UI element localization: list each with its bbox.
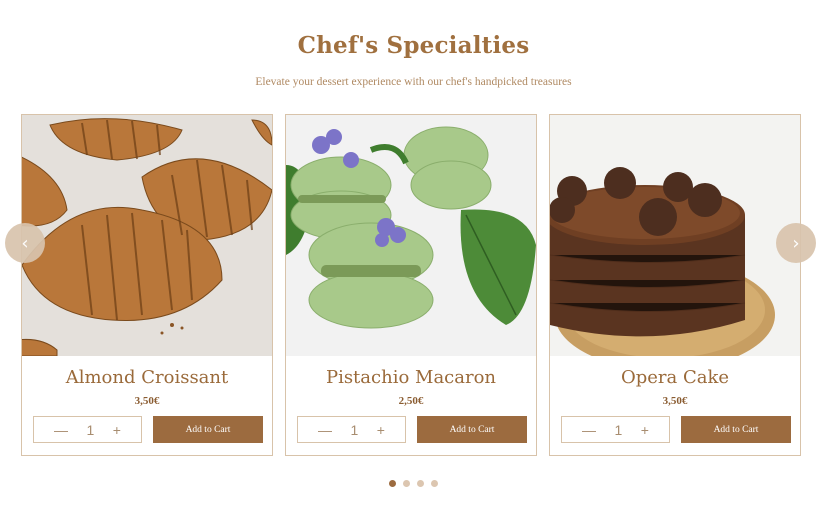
add-to-cart-button[interactable]: Add to Cart — [681, 416, 791, 443]
quantity-value[interactable]: 1 — [87, 422, 95, 438]
increment-button[interactable]: + — [641, 422, 649, 438]
quantity-stepper: — 1 + — [297, 416, 406, 443]
decrement-button[interactable]: — — [582, 422, 596, 438]
opera-cake-image[interactable] — [550, 115, 800, 356]
product-card: Pistachio Macaron 2,50€ — 1 + Add to Car… — [285, 114, 537, 456]
product-card: Almond Croissant 3,50€ — 1 + Add to Cart — [21, 114, 273, 456]
increment-button[interactable]: + — [113, 422, 121, 438]
product-card: Opera Cake 3,50€ — 1 + Add to Cart — [549, 114, 801, 456]
product-price: 3,50€ — [134, 395, 160, 407]
quantity-value[interactable]: 1 — [351, 422, 359, 438]
carousel-dot[interactable] — [431, 480, 438, 487]
quantity-stepper: — 1 + — [561, 416, 670, 443]
carousel-pagination — [0, 480, 827, 487]
chevron-left-icon: ‹ — [21, 232, 29, 254]
section-title: Chef's Specialties — [297, 32, 530, 59]
croissant-image[interactable] — [22, 115, 272, 356]
decrement-button[interactable]: — — [318, 422, 332, 438]
decrement-button[interactable]: — — [54, 422, 68, 438]
quantity-stepper: — 1 + — [33, 416, 142, 443]
carousel-prev-button[interactable]: ‹ — [5, 223, 45, 263]
carousel-dot[interactable] — [417, 480, 424, 487]
product-price: 2,50€ — [398, 395, 424, 407]
add-to-cart-button[interactable]: Add to Cart — [417, 416, 527, 443]
macaron-image[interactable] — [286, 115, 536, 356]
product-price: 3,50€ — [662, 395, 688, 407]
product-name[interactable]: Opera Cake — [550, 367, 800, 388]
chevron-right-icon: › — [792, 232, 800, 254]
product-name[interactable]: Pistachio Macaron — [286, 367, 536, 388]
quantity-value[interactable]: 1 — [615, 422, 623, 438]
section-subtitle: Elevate your dessert experience with our… — [255, 76, 572, 88]
add-to-cart-button[interactable]: Add to Cart — [153, 416, 263, 443]
product-name[interactable]: Almond Croissant — [22, 367, 272, 388]
increment-button[interactable]: + — [377, 422, 385, 438]
carousel-next-button[interactable]: › — [776, 223, 816, 263]
carousel-dot[interactable] — [389, 480, 396, 487]
carousel-dot[interactable] — [403, 480, 410, 487]
